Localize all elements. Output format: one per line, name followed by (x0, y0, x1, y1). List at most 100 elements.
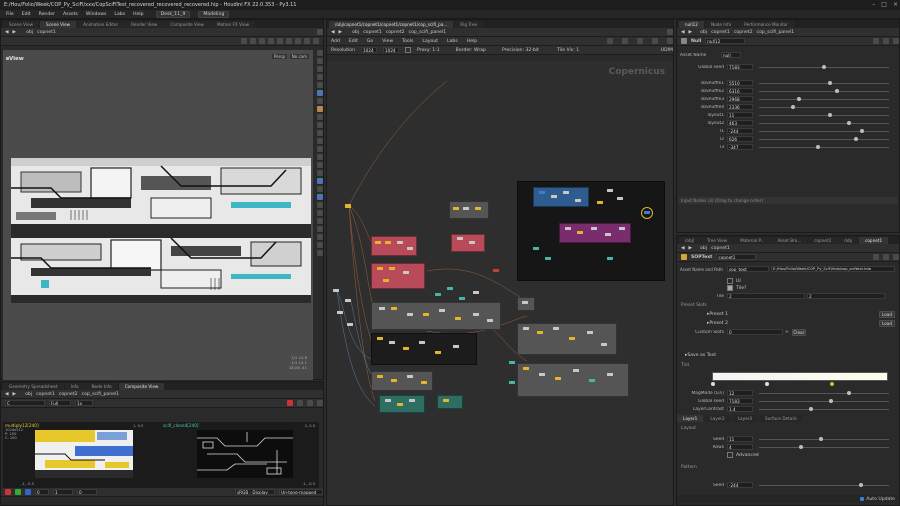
rows-field[interactable]: 4 (727, 444, 753, 450)
rotate-icon[interactable] (259, 38, 265, 44)
rt-path-copnet1[interactable]: copnet1 (711, 30, 730, 35)
node-gs9[interactable] (509, 381, 515, 384)
tab-copnet2[interactable]: copnet2 (808, 237, 838, 244)
param-value-field[interactable]: 11 (727, 112, 753, 118)
rt-path-copnet2[interactable]: copnet2 (734, 30, 753, 35)
node-p1[interactable] (565, 227, 571, 230)
load-button-1[interactable]: Load (879, 311, 895, 318)
settings-icon[interactable] (317, 400, 323, 406)
node-gs3[interactable] (539, 373, 545, 376)
net-pin-icon[interactable] (667, 29, 673, 35)
node-b2[interactable] (551, 195, 557, 198)
scale-icon[interactable] (268, 38, 274, 44)
rb-search-icon[interactable] (893, 254, 899, 260)
node-bt1[interactable] (533, 247, 539, 250)
mag-field[interactable]: 12 (727, 390, 753, 396)
close-icon[interactable]: × (893, 1, 898, 8)
node-gm1[interactable] (379, 307, 385, 310)
menu-help[interactable]: Help (133, 12, 143, 17)
net-menu-labs[interactable]: Labs (447, 39, 458, 44)
tab-rig-tree[interactable]: Rig Tree (454, 21, 484, 28)
asset-type-field[interactable]: sop_text (727, 266, 769, 272)
tab-motion-fx-view[interactable]: Motion FX View (210, 21, 256, 28)
slider-knob[interactable] (828, 113, 833, 117)
node-gl4[interactable] (421, 381, 427, 384)
add-slot-icon[interactable]: + (785, 330, 789, 335)
more-tool-icon[interactable] (316, 250, 323, 256)
colorspace-select[interactable]: sRGB - Display (235, 489, 275, 495)
comp-path-copnet1[interactable]: copnet1 (36, 392, 55, 397)
menu-edit[interactable]: Edit (22, 12, 31, 17)
gamma-field[interactable]: 1 (53, 489, 73, 495)
tab-asset-browser[interactable]: Asset Bro... (771, 237, 808, 244)
node-gs6[interactable] (589, 379, 595, 382)
net-menu-view[interactable]: View (382, 39, 393, 44)
res-y-field[interactable]: 1024 (383, 47, 400, 53)
geo-tool-icon[interactable] (316, 186, 323, 192)
node-gr2[interactable] (537, 331, 543, 334)
net-menu-add[interactable]: Add (331, 39, 340, 44)
menu-assets[interactable]: Assets (63, 12, 78, 17)
input-nodes-footer[interactable]: Input Nodes (3) (Drag to change order) (679, 197, 897, 204)
tile-checkbox[interactable] (727, 285, 733, 291)
node-gr6[interactable] (601, 343, 607, 346)
node-r1a[interactable] (375, 241, 381, 244)
advanced-checkbox[interactable] (727, 452, 733, 458)
param-slider[interactable] (759, 105, 889, 109)
point-tool-icon[interactable] (316, 194, 323, 200)
node-output[interactable] (644, 211, 650, 214)
gseed-field[interactable]: 7183 (727, 398, 753, 404)
tab-node-info[interactable]: Node Info (85, 383, 118, 390)
home-tool-icon[interactable] (316, 242, 323, 248)
net-forward-icon[interactable]: ▶ (339, 30, 343, 35)
back-icon[interactable]: ◀ (5, 30, 9, 35)
param-value-field[interactable]: 2968 (727, 96, 753, 102)
light-icon[interactable] (304, 38, 310, 44)
node-gl1[interactable] (377, 375, 383, 378)
tab-info[interactable]: Info (64, 383, 85, 390)
net-tool-4-icon[interactable] (652, 38, 658, 44)
node-t4[interactable] (473, 291, 479, 294)
seed2-field[interactable]: -244 (727, 482, 753, 488)
rb-path-obj[interactable]: obj (700, 246, 707, 251)
path-copnet1[interactable]: copnet1 (37, 30, 56, 35)
param-value-field[interactable]: 7183 (727, 64, 753, 70)
tex-tool-icon[interactable] (316, 226, 323, 232)
node-b1[interactable] (539, 191, 545, 194)
forward-icon[interactable]: ▶ (13, 30, 17, 35)
net-tool-2-icon[interactable] (622, 38, 628, 44)
tab-network-path[interactable]: /obj/copnet1/copnet1/copnet1/copnet1/cop… (329, 21, 454, 28)
node-d6[interactable] (453, 345, 459, 348)
lights-tool-icon[interactable] (316, 170, 323, 176)
node-b7[interactable] (617, 197, 623, 200)
tile-x-field[interactable]: 2 (727, 293, 805, 299)
desk-select[interactable]: Desk_11_9 (155, 10, 191, 18)
node-tb2[interactable] (397, 403, 403, 406)
move-tool-icon[interactable] (316, 58, 323, 64)
grid-icon[interactable] (313, 38, 319, 44)
node-l1[interactable] (333, 289, 339, 292)
custom-slots-field[interactable]: 0 (727, 329, 783, 335)
channel-select[interactable]: C (5, 400, 45, 406)
network-box-grey-right-1[interactable] (517, 323, 617, 355)
tint-ramp[interactable] (712, 372, 888, 381)
rb-back-icon[interactable]: ◀ (681, 246, 685, 251)
mag-slider[interactable] (759, 391, 889, 395)
param-value-field[interactable]: -244 (727, 128, 753, 134)
comp-path-copnet2[interactable]: copnet2 (59, 392, 78, 397)
node-r3b[interactable] (469, 241, 475, 244)
compare-icon[interactable] (307, 400, 313, 406)
camera-tool-icon[interactable] (316, 122, 323, 128)
network-box-purple[interactable] (559, 223, 631, 243)
select-icon[interactable] (241, 38, 247, 44)
asset-path-field[interactable]: E:/Hou/Folio/Week/COP_Py_SciFi/hda/sop_s… (771, 266, 895, 272)
green-channel-icon[interactable] (15, 489, 21, 495)
node-name-field[interactable]: null12 (705, 38, 746, 44)
zoom-select[interactable]: 1x (75, 400, 93, 406)
net-tool-1-icon[interactable] (607, 38, 613, 44)
tonemap-select[interactable]: Un-tone-mapped (279, 489, 323, 495)
node-t2[interactable] (447, 287, 453, 290)
autoupdate-icon[interactable] (860, 497, 865, 501)
param-forward-icon[interactable]: ▶ (689, 30, 693, 35)
tab-surface-details[interactable]: Surface Details (759, 415, 803, 422)
